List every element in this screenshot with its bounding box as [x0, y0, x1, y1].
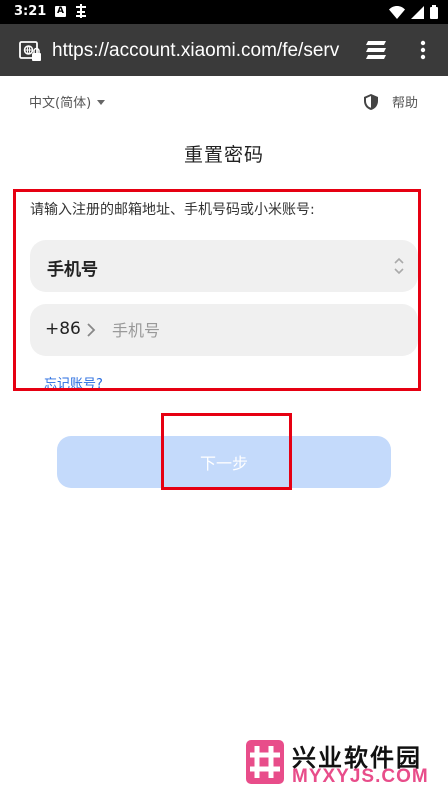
url-field[interactable]: https://account.xiaomi.com/fe/serv [52, 39, 344, 63]
watermark-logo-icon [246, 740, 284, 784]
overflow-menu-icon[interactable] [418, 38, 428, 62]
battery-icon [430, 5, 438, 19]
help-link[interactable]: 帮助 [364, 92, 418, 111]
wifi-icon [389, 5, 405, 19]
status-time: 3:21 [14, 4, 47, 19]
shield-icon [364, 93, 378, 110]
language-label: 中文(简体) [29, 96, 92, 111]
form-highlight-box [13, 189, 421, 391]
notification-a-icon: A [55, 6, 66, 17]
site-security-icon[interactable] [18, 39, 42, 63]
browser-toolbar: https://account.xiaomi.com/fe/serv [0, 24, 448, 76]
button-highlight-box [161, 413, 292, 490]
tabs-icon[interactable] [364, 38, 390, 62]
watermark-subtitle: MYXYJS.COM [292, 766, 429, 787]
caret-down-icon [97, 99, 106, 105]
status-bar: 3:21 A [0, 0, 448, 24]
help-label: 帮助 [392, 96, 419, 111]
page-title: 重置密码 [183, 144, 264, 166]
language-selector[interactable]: 中文(简体) [29, 92, 106, 111]
notification-app-icon [74, 3, 88, 23]
signal-icon [411, 5, 424, 19]
